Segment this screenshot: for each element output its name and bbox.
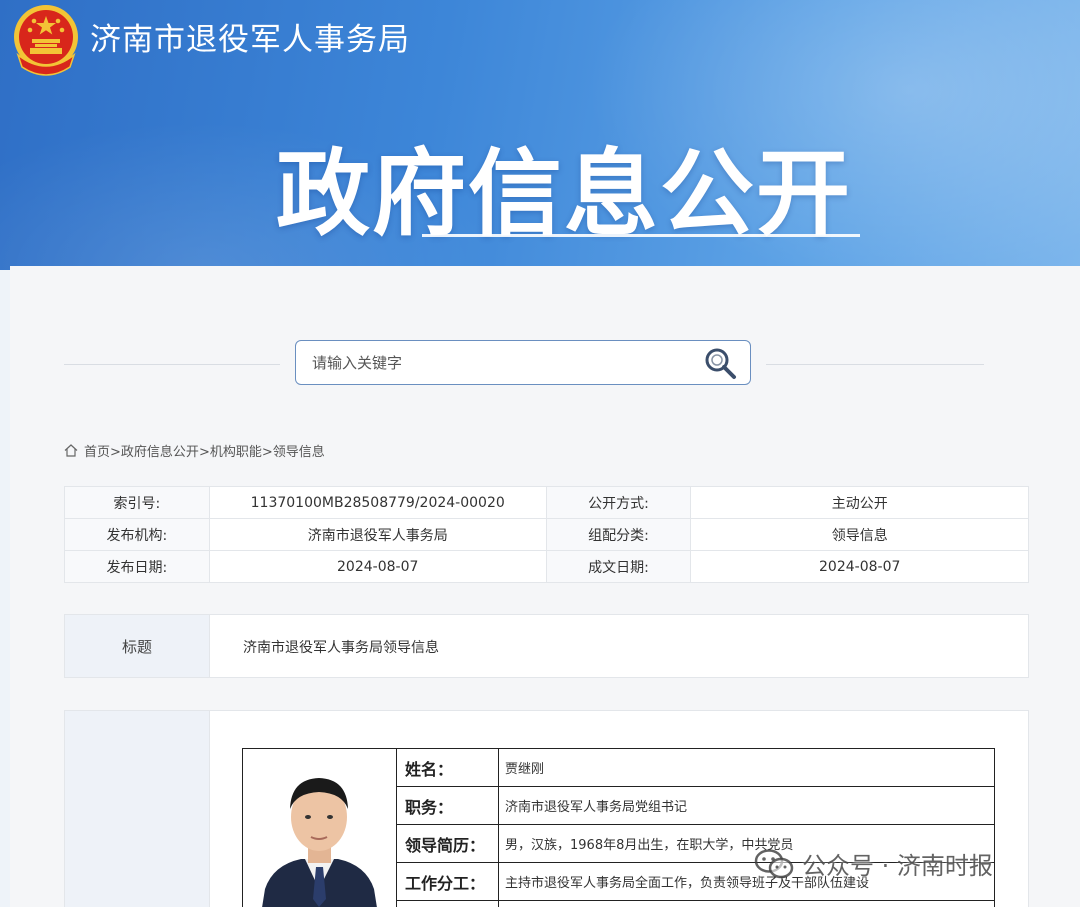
profile-value-position: 济南市退役军人事务局党组书记 [498,786,995,825]
document-title-row: 标题 济南市退役军人事务局领导信息 [64,614,1029,678]
profile-label-position: 职务： [396,786,499,825]
meta-value-disclosure-method: 主动公开 [690,486,1029,519]
header-banner: 济南市退役军人事务局 政府信息公开 [0,0,1080,270]
search-divider-right [766,364,984,365]
profile-label-name: 姓名： [396,748,499,787]
leader-profile-table: 姓名： 贾继刚 职务： 济南市退役军人事务局党组书记 领导简历： 男，汉族，19… [242,748,995,907]
breadcrumb-home[interactable]: 首页 [84,445,110,460]
breadcrumb: 首页>政府信息公开>机构职能>领导信息 [64,441,325,460]
meta-label-publisher: 发布机构: [64,518,210,551]
meta-value-publish-date: 2024-08-07 [208,550,547,583]
breadcrumb-leader-info[interactable]: 领导信息 [273,445,325,460]
national-emblem-icon[interactable] [10,3,82,79]
search-icon[interactable] [702,345,738,381]
meta-value-publisher: 济南市退役军人事务局 [208,518,547,551]
profile-value-empty [498,900,995,907]
profile-label-resume: 领导简历： [396,824,499,863]
meta-label-written-date: 成文日期: [545,550,692,583]
document-meta-table: 索引号: 11370100MB28508779/2024-00020 公开方式:… [64,486,1029,583]
meta-label-disclosure-method: 公开方式: [545,486,692,519]
profile-value-name: 贾继刚 [498,748,995,787]
breadcrumb-separator: > [261,445,273,460]
meta-row: 发布日期: 2024-08-07 成文日期: 2024-08-07 [64,550,1029,583]
wechat-watermark: 公众号 · 济南时报 [754,846,993,881]
leader-photo [243,749,396,907]
watermark-text: 公众号 · 济南时报 [802,852,993,880]
meta-label-index: 索引号: [64,486,210,519]
document-title-label: 标题 [65,615,210,677]
breadcrumb-org-functions[interactable]: 机构职能 [210,445,262,460]
home-icon[interactable] [64,444,78,457]
meta-label-publish-date: 发布日期: [64,550,210,583]
hero-underline [422,234,860,237]
profile-row: 姓名： 贾继刚 [242,748,995,907]
leader-photo-cell [242,748,397,907]
search-input[interactable] [312,350,682,376]
profile-label-duties: 工作分工： [396,862,499,901]
meta-value-category: 领导信息 [690,518,1029,551]
meta-row: 索引号: 11370100MB28508779/2024-00020 公开方式:… [64,486,1029,519]
breadcrumb-separator: > [198,445,210,460]
profile-label-empty [396,900,499,907]
wechat-icon [754,848,794,878]
document-title-value: 济南市退役军人事务局领导信息 [243,640,439,656]
meta-value-index: 11370100MB28508779/2024-00020 [208,486,547,519]
search-box [295,340,751,385]
search-divider-left [64,364,280,365]
breadcrumb-separator: > [110,445,121,460]
meta-value-written-date: 2024-08-07 [690,550,1029,583]
breadcrumb-gov-info[interactable]: 政府信息公开 [121,445,199,460]
site-name[interactable]: 济南市退役军人事务局 [90,14,410,59]
content-label-cell [65,711,210,907]
meta-label-category: 组配分类: [545,518,692,551]
meta-row: 发布机构: 济南市退役军人事务局 组配分类: 领导信息 [64,518,1029,551]
